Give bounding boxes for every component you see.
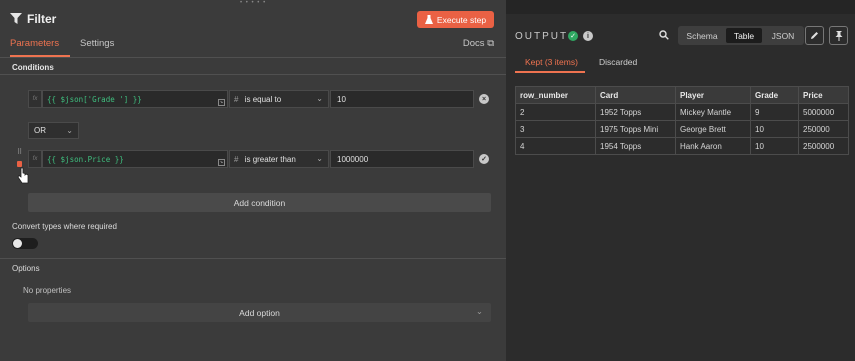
node-header: Filter Execute step [0, 8, 506, 30]
expression-text: {{ $json['Grade '] }} [47, 95, 142, 104]
expand-editor-icon[interactable]: ↘ [218, 99, 225, 106]
add-condition-button[interactable]: Add condition [28, 193, 491, 212]
tab-settings[interactable]: Settings [80, 38, 114, 49]
chevron-down-icon: ⌄ [316, 94, 323, 103]
output-title: OUTPUT [515, 31, 569, 42]
output-table: row_number Card Player Grade Price 2 195… [515, 86, 849, 155]
convert-types-label: Convert types where required [12, 222, 117, 231]
operator-select[interactable]: # is equal to ⌄ [229, 90, 329, 108]
info-icon[interactable]: i [583, 31, 593, 41]
chevron-down-icon: ⌄ [66, 126, 73, 135]
table-cell: 250000 [798, 120, 849, 138]
flask-icon [424, 15, 433, 24]
column-header: Price [798, 86, 849, 104]
number-type-icon: # [234, 155, 239, 164]
convert-types-toggle[interactable] [12, 238, 38, 249]
section-divider [0, 74, 506, 75]
column-header: Grade [750, 86, 799, 104]
column-header: Player [675, 86, 751, 104]
table-row: 2 1952 Topps Mickey Mantle 9 5000000 [515, 103, 849, 121]
conditions-label: Conditions [12, 63, 54, 72]
expand-editor-icon[interactable]: ↘ [218, 159, 225, 166]
external-link-icon: ⧉ [487, 38, 494, 49]
table-cell: George Brett [675, 120, 751, 138]
options-label: Options [12, 264, 40, 273]
execute-step-button[interactable]: Execute step [417, 11, 494, 28]
table-cell: 4 [515, 137, 596, 155]
table-cell: 2500000 [798, 137, 849, 155]
drag-condition-handle[interactable]: ⠿ [17, 149, 23, 161]
search-icon[interactable] [659, 30, 669, 40]
tab-discarded[interactable]: Discarded [599, 57, 637, 67]
table-cell: 5000000 [798, 103, 849, 121]
operator-label: is equal to [244, 95, 282, 104]
parameter-tabs: Parameters Settings Docs ⧉ [0, 36, 506, 58]
remove-condition-icon[interactable]: × [479, 94, 489, 104]
docs-label: Docs [462, 38, 485, 49]
number-type-icon: # [234, 95, 239, 104]
condition-left-expression[interactable]: {{ $json.Price }} ↘ [42, 150, 228, 168]
pencil-icon [811, 32, 818, 39]
table-row: 3 1975 Topps Mini George Brett 10 250000 [515, 120, 849, 138]
operator-select[interactable]: # is greater than ⌄ [229, 150, 329, 168]
chevron-down-icon: ⌄ [316, 154, 323, 163]
table-cell: 1975 Topps Mini [595, 120, 676, 138]
condition-row: fx {{ $json['Grade '] }} ↘ # is equal to… [28, 90, 474, 108]
condition-row: fx {{ $json.Price }} ↘ # is greater than… [28, 150, 474, 168]
condition-value-input[interactable]: 10 [330, 90, 474, 108]
table-cell: 10 [750, 137, 799, 155]
table-cell: 1952 Topps [595, 103, 676, 121]
operator-label: is greater than [244, 155, 296, 164]
table-cell: 10 [750, 120, 799, 138]
table-cell: Hank Aaron [675, 137, 751, 155]
no-properties-text: No properties [23, 286, 72, 295]
toggle-knob [13, 239, 22, 248]
success-check-icon: ✓ [568, 31, 578, 41]
add-option-button[interactable]: Add option ⌄ [28, 303, 491, 322]
condition-value-input[interactable]: 1000000 [330, 150, 474, 168]
filter-icon [10, 13, 22, 24]
column-header: Card [595, 86, 676, 104]
edit-output-button[interactable] [805, 26, 824, 45]
expression-text: {{ $json.Price }} [47, 155, 124, 164]
active-tab-indicator [515, 71, 585, 73]
table-cell: 2 [515, 103, 596, 121]
table-cell: 3 [515, 120, 596, 138]
active-tab-indicator [10, 55, 70, 57]
execute-step-label: Execute step [436, 14, 487, 25]
table-row: 4 1954 Topps Hank Aaron 10 2500000 [515, 137, 849, 155]
check-circle-icon: ✓ [479, 154, 489, 164]
canvas-strip [506, 0, 855, 14]
view-mode-switch: Schema Table JSON [678, 26, 804, 45]
combinator-select[interactable]: OR ⌄ [28, 122, 79, 139]
chevron-down-icon: ⌄ [475, 306, 483, 316]
tab-parameters[interactable]: Parameters [10, 38, 59, 49]
node-title: Filter [27, 12, 57, 26]
mouse-cursor-icon [17, 167, 29, 184]
view-json-button[interactable]: JSON [764, 28, 802, 43]
pin-icon [835, 30, 842, 41]
condition-left-expression[interactable]: {{ $json['Grade '] }} ↘ [42, 90, 228, 108]
fx-icon: fx [28, 90, 42, 108]
view-table-button[interactable]: Table [726, 28, 762, 43]
view-schema-button[interactable]: Schema [680, 28, 724, 43]
column-header: row_number [515, 86, 596, 104]
fx-icon: fx [28, 150, 42, 168]
pin-output-button[interactable] [829, 26, 848, 45]
add-option-label: Add option [239, 307, 280, 318]
output-panel: OUTPUT ✓ i Schema Table JSON Kept (3 ite… [506, 0, 855, 361]
table-cell: Mickey Mantle [675, 103, 751, 121]
section-divider [0, 258, 506, 259]
table-cell: 9 [750, 103, 799, 121]
combinator-label: OR [34, 126, 46, 135]
table-header-row: row_number Card Player Grade Price [515, 86, 849, 104]
tab-kept[interactable]: Kept (3 items) [525, 57, 578, 67]
node-parameters-panel: • • • • • Filter Execute step Parameters… [0, 0, 506, 361]
drag-handle[interactable]: • • • • • [240, 0, 266, 6]
docs-link[interactable]: Docs ⧉ [463, 38, 494, 49]
table-cell: 1954 Topps [595, 137, 676, 155]
